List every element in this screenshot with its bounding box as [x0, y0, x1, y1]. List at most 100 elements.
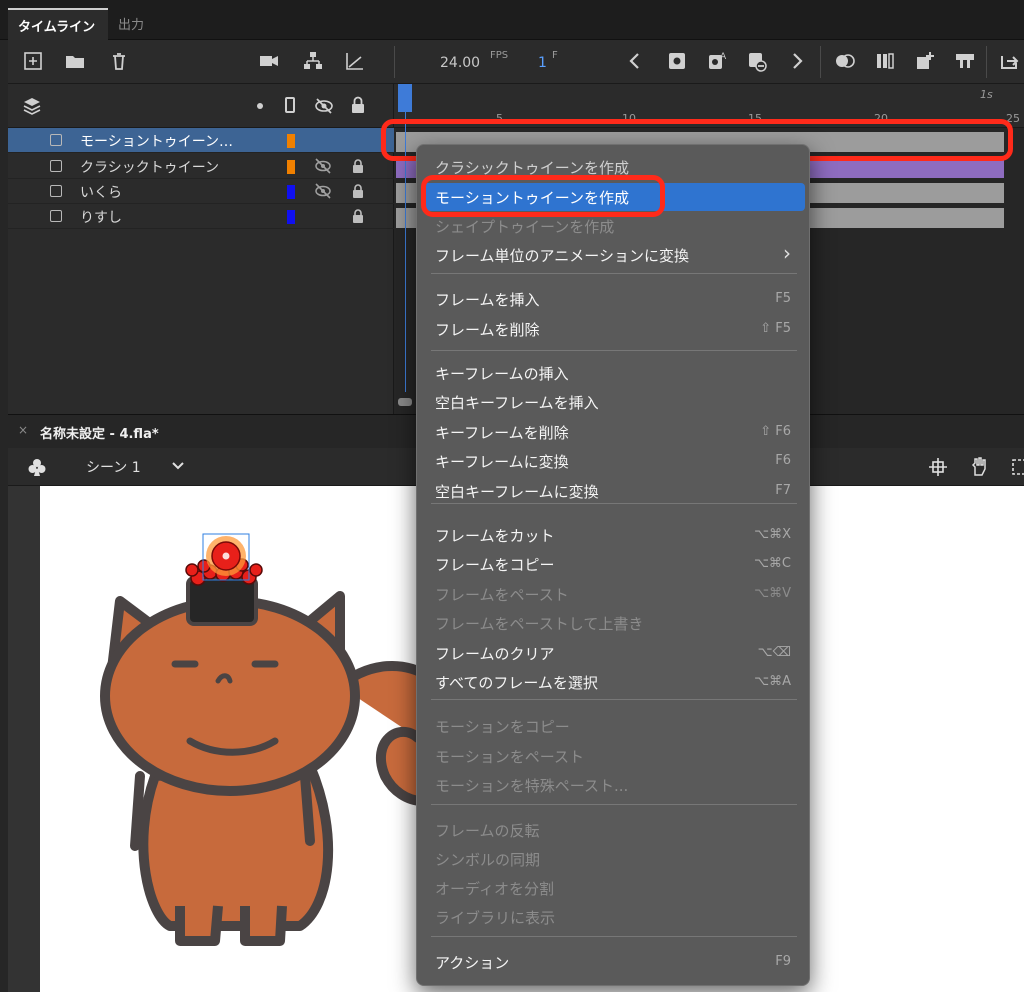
camera-icon[interactable] — [258, 50, 280, 72]
left-edge — [0, 40, 8, 992]
menu-item: モーションを特殊ペースト... — [423, 771, 805, 799]
menu-item[interactable]: すべてのフレームを選択 ⌥⌘A — [423, 668, 805, 696]
playhead-handle[interactable] — [398, 84, 412, 112]
menu-item[interactable]: キーフレームに変換 F6 — [423, 447, 805, 475]
insert-frame-icon[interactable] — [914, 50, 936, 72]
fps-value[interactable]: 24.00 — [440, 55, 480, 71]
remove-keyframe-icon[interactable] — [746, 50, 768, 72]
menu-item[interactable]: フレーム単位のアニメーションに変換 › — [423, 241, 805, 269]
menu-item[interactable]: フレームをカット ⌥⌘X — [423, 521, 805, 549]
layer-name[interactable]: モーショントゥイーン… — [80, 131, 233, 151]
hidden-eye-icon[interactable] — [314, 183, 332, 199]
insert-keyframe-icon[interactable] — [666, 50, 688, 72]
lock-all-layers-icon[interactable] — [350, 96, 366, 114]
lock-icon[interactable] — [351, 208, 365, 224]
outline-layers-icon[interactable] — [285, 97, 295, 113]
highlight-menu-item — [421, 175, 665, 217]
menu-item-shortcut: ⌥⌫ — [757, 645, 791, 660]
menu-item-shortcut: ⇧ F5 — [760, 321, 791, 336]
menu-item: シンボルの同期 — [423, 845, 805, 873]
menu-item[interactable]: フレームをコピー ⌥⌘C — [423, 550, 805, 578]
menu-item[interactable]: フレームのクリア ⌥⌫ — [423, 639, 805, 667]
menu-item-label: フレームを挿入 — [435, 291, 540, 309]
previous-frame-icon[interactable] — [624, 50, 646, 72]
layer-type-icon — [50, 185, 62, 197]
layer-name[interactable]: りすし — [80, 207, 122, 227]
hidden-eye-icon[interactable] — [314, 158, 332, 174]
menu-item-shortcut: F7 — [775, 483, 791, 498]
menu-item[interactable]: キーフレームの挿入 — [423, 359, 805, 387]
layer-type-icon — [50, 134, 62, 146]
clip-canvas-icon[interactable] — [1010, 457, 1024, 477]
menu-item-label: フレームをペーストして上書き — [435, 615, 644, 633]
menu-item-label: フレームの反転 — [435, 822, 540, 840]
document-tab[interactable]: 名称未設定 - 4.fla* — [40, 423, 159, 442]
layer-name[interactable]: いくら — [80, 182, 122, 202]
menu-item-shortcut: ⌥⌘A — [754, 674, 791, 689]
layer-row[interactable]: いくら — [8, 179, 394, 204]
chevron-down-icon[interactable] — [170, 458, 186, 474]
export-icon[interactable] — [998, 50, 1020, 72]
menu-item-shortcut: F5 — [775, 291, 791, 306]
layer-type-icon — [50, 160, 62, 172]
menu-item[interactable]: 空白キーフレームを挿入 — [423, 388, 805, 416]
auto-keyframe-icon[interactable]: A — [706, 50, 728, 72]
club-icon[interactable] — [26, 456, 48, 478]
menu-item[interactable]: フレームを挿入 F5 — [423, 285, 805, 313]
menu-item: フレームの反転 — [423, 816, 805, 844]
tab-timeline[interactable]: タイムライン — [8, 8, 108, 40]
menu-item: ライブラリに表示 — [423, 903, 805, 931]
panel-tab-bar: タイムライン 出力 — [0, 0, 1024, 40]
menu-item-shortcut: › — [783, 241, 791, 265]
menu-item-label: フレーム単位のアニメーションに変換 — [435, 247, 689, 265]
layer-parenting-icon[interactable] — [302, 50, 324, 72]
layer-header — [8, 84, 394, 128]
timeline-scrollbar[interactable] — [398, 398, 412, 406]
menu-item-label: キーフレームを削除 — [435, 424, 569, 442]
layer-color-swatch[interactable] — [287, 134, 295, 148]
layer-color-swatch[interactable] — [287, 185, 295, 199]
menu-item-label: フレームをカット — [435, 527, 555, 545]
new-layer-icon[interactable] — [22, 50, 44, 72]
menu-separator — [431, 936, 797, 937]
rotate-hand-icon[interactable] — [968, 455, 992, 479]
onion-skin-icon[interactable] — [834, 50, 856, 72]
tab-output[interactable]: 出力 — [108, 8, 154, 40]
menu-item-shortcut: ⌥⌘V — [754, 586, 791, 601]
layers-icon — [22, 96, 42, 116]
menu-item-label: シェイプトゥイーンを作成 — [435, 218, 615, 236]
menu-item[interactable]: 空白キーフレームに変換 F7 — [423, 477, 805, 505]
layer-row[interactable]: りすし — [8, 204, 394, 229]
next-frame-icon[interactable] — [786, 50, 808, 72]
new-folder-icon[interactable] — [64, 50, 86, 72]
layer-depth-icon[interactable] — [344, 50, 366, 72]
menu-item: フレームをペースト ⌥⌘V — [423, 580, 805, 608]
menu-item-label: キーフレームの挿入 — [435, 365, 569, 383]
menu-item[interactable]: アクション F9 — [423, 948, 805, 976]
lock-icon[interactable] — [351, 183, 365, 199]
layers-panel: モーショントゥイーン… クラシックトゥイーン いくらりすし — [8, 84, 394, 414]
menu-separator — [431, 350, 797, 351]
center-stage-icon[interactable] — [928, 457, 948, 477]
layer-row[interactable]: クラシックトゥイーン — [8, 154, 394, 179]
close-document-icon[interactable]: × — [18, 423, 28, 437]
delete-layer-icon[interactable] — [108, 50, 130, 72]
layer-row[interactable]: モーショントゥイーン… — [8, 128, 394, 153]
menu-item-shortcut: ⌥⌘X — [754, 527, 791, 542]
clear-frame-icon[interactable] — [954, 50, 976, 72]
current-frame-value[interactable]: 1 — [538, 55, 547, 71]
menu-item-label: モーションをコピー — [435, 718, 570, 736]
layer-color-swatch[interactable] — [287, 160, 295, 174]
layer-name[interactable]: クラシックトゥイーン — [80, 157, 219, 177]
layer-color-swatch[interactable] — [287, 210, 295, 224]
menu-item[interactable]: フレームを削除 ⇧ F5 — [423, 315, 805, 343]
hide-all-layers-icon[interactable] — [314, 97, 334, 115]
edit-multiple-frames-icon[interactable] — [874, 50, 896, 72]
menu-item-label: ライブラリに表示 — [435, 909, 556, 927]
context-menu: クラシックトゥイーンを作成 モーショントゥイーンを作成 シェイプトゥイーンを作成フ… — [416, 144, 810, 986]
lock-icon[interactable] — [351, 158, 365, 174]
menu-item[interactable]: キーフレームを削除 ⇧ F6 — [423, 418, 805, 446]
menu-item: フレームをペーストして上書き — [423, 609, 805, 637]
scene-selector[interactable]: シーン 1 — [86, 457, 141, 477]
highlight-layers-icon[interactable] — [257, 103, 263, 109]
